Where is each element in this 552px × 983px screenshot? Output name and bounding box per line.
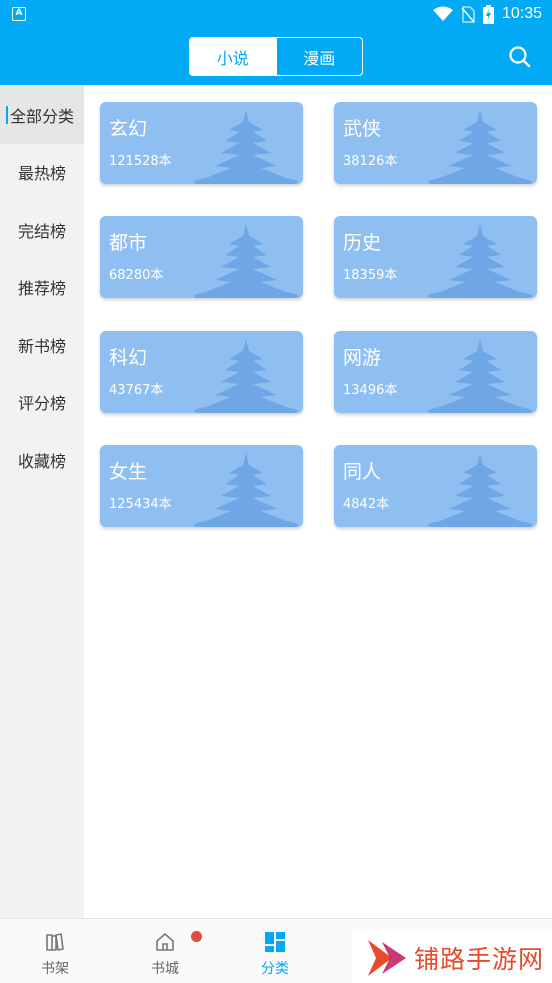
category-card[interactable]: 女生 125434本 bbox=[100, 445, 303, 527]
category-name: 科幻 bbox=[109, 347, 148, 369]
nav-label: 书架 bbox=[41, 961, 69, 977]
category-card[interactable]: 都市 68280本 bbox=[100, 216, 303, 298]
watermark-text: 铺路手游网 bbox=[414, 944, 545, 974]
category-icon bbox=[265, 932, 285, 952]
category-name: 历史 bbox=[343, 232, 382, 254]
category-name: 玄幻 bbox=[109, 118, 148, 140]
category-count: 68280本 bbox=[109, 268, 164, 283]
category-name: 武侠 bbox=[343, 118, 382, 140]
category-card[interactable]: 历史 18359本 bbox=[334, 216, 537, 298]
status-bar: A 10:35 bbox=[0, 0, 552, 28]
pagoda-watermark-icon bbox=[428, 453, 532, 527]
category-count: 43767本 bbox=[109, 383, 164, 398]
status-time: 10:35 bbox=[501, 5, 542, 22]
category-card[interactable]: 武侠 38126本 bbox=[334, 102, 537, 184]
search-icon[interactable] bbox=[507, 44, 533, 70]
pagoda-watermark-icon bbox=[194, 453, 298, 527]
wifi-icon bbox=[432, 6, 453, 21]
category-count: 125434本 bbox=[109, 497, 172, 512]
category-count: 38126本 bbox=[343, 154, 398, 169]
nav-item-bookshelf[interactable]: 书架 bbox=[0, 919, 110, 983]
pagoda-watermark-icon bbox=[194, 339, 298, 413]
nav-item-bookstore[interactable]: 书城 bbox=[110, 919, 220, 983]
top-app-bar: A 10:35 小说 漫画 bbox=[0, 0, 552, 85]
nav-label: 书城 bbox=[151, 961, 179, 977]
pagoda-watermark-icon bbox=[428, 110, 532, 184]
content-type-tabs: 小说 漫画 bbox=[189, 37, 363, 76]
sidebar-item-new-books[interactable]: 新书榜 bbox=[0, 316, 84, 374]
category-count: 18359本 bbox=[343, 268, 398, 283]
pagoda-watermark-icon bbox=[428, 339, 532, 413]
pagoda-watermark-icon bbox=[194, 110, 298, 184]
category-card[interactable]: 科幻 43767本 bbox=[100, 331, 303, 413]
site-watermark: 铺路手游网 bbox=[352, 932, 552, 983]
sidebar-item-favorites[interactable]: 收藏榜 bbox=[0, 431, 84, 489]
nav-item-category[interactable]: 分类 bbox=[220, 919, 330, 983]
app-notification-icon: A bbox=[12, 7, 26, 21]
nav-label: 分类 bbox=[261, 961, 289, 977]
category-grid: 玄幻 121528本 武侠 38126本 都市 68280本 历史 18359本… bbox=[84, 85, 552, 918]
battery-charging-icon bbox=[482, 4, 494, 24]
category-card[interactable]: 玄幻 121528本 bbox=[100, 102, 303, 184]
sidebar-item-completed[interactable]: 完结榜 bbox=[0, 201, 84, 259]
sidebar-item-rating[interactable]: 评分榜 bbox=[0, 373, 84, 431]
sidebar-item-all-categories[interactable]: 全部分类 bbox=[0, 86, 84, 144]
category-name: 女生 bbox=[109, 461, 148, 483]
pagoda-watermark-icon bbox=[194, 224, 298, 298]
watermark-logo-icon bbox=[368, 939, 406, 976]
category-card[interactable]: 网游 13496本 bbox=[334, 331, 537, 413]
notification-badge bbox=[191, 931, 202, 942]
category-name: 网游 bbox=[343, 347, 382, 369]
status-indicators: 10:35 bbox=[432, 4, 542, 24]
home-icon bbox=[156, 933, 174, 951]
sidebar-item-hot[interactable]: 最热榜 bbox=[0, 143, 84, 201]
pagoda-watermark-icon bbox=[428, 224, 532, 298]
category-name: 都市 bbox=[109, 232, 148, 254]
ranking-sidebar: 全部分类 最热榜 完结榜 推荐榜 新书榜 评分榜 收藏榜 bbox=[0, 85, 84, 918]
bookshelf-icon bbox=[46, 933, 64, 951]
sidebar-item-recommended[interactable]: 推荐榜 bbox=[0, 258, 84, 316]
category-count: 13496本 bbox=[343, 383, 398, 398]
no-sim-icon bbox=[461, 5, 475, 23]
category-name: 同人 bbox=[343, 461, 382, 483]
category-count: 4842本 bbox=[343, 497, 390, 512]
tab-novel[interactable]: 小说 bbox=[190, 38, 276, 75]
category-count: 121528本 bbox=[109, 154, 172, 169]
tab-comic[interactable]: 漫画 bbox=[275, 38, 363, 75]
category-card[interactable]: 同人 4842本 bbox=[334, 445, 537, 527]
